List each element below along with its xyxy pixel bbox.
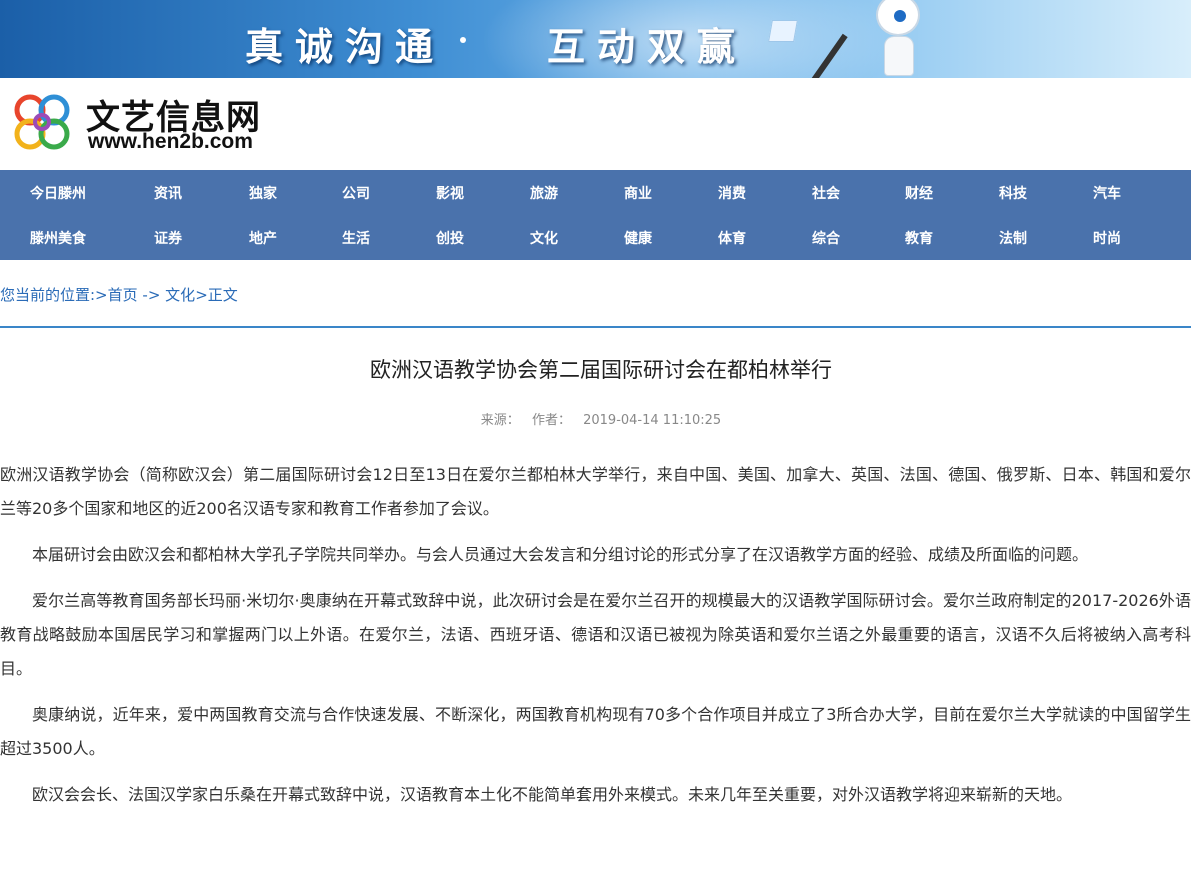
article-source-label: 来源： bbox=[480, 413, 520, 428]
article-paragraph: 爱尔兰高等教育国务部长玛丽·米切尔·奥康纳在开幕式致辞中说，此次研讨会是在爱尔兰… bbox=[0, 591, 1191, 678]
article-meta: 来源： 作者： 2019-04-14 11:10:25 bbox=[0, 409, 1191, 428]
nav-item[interactable]: 资讯 bbox=[154, 183, 182, 203]
nav-item[interactable]: 科技 bbox=[999, 183, 1027, 203]
nav-item[interactable]: 社会 bbox=[812, 183, 840, 203]
breadcrumb-separator: -> bbox=[137, 286, 166, 304]
nav-item[interactable]: 时尚 bbox=[1093, 228, 1121, 248]
banner-slogan-right: 互动双赢 bbox=[547, 25, 748, 69]
banner-separator-dot bbox=[460, 37, 466, 43]
nav-item[interactable]: 健康 bbox=[624, 228, 652, 248]
nav-item[interactable]: 影视 bbox=[436, 183, 464, 203]
main-navigation: 今日滕州 资讯 独家 公司 影视 旅游 商业 消费 社会 财经 科技 汽车 滕州美食 证券 地产 生活 创投 文… bbox=[0, 170, 1191, 260]
banner-slogan-left: 真诚沟通 bbox=[245, 25, 446, 69]
site-logo[interactable]: 文艺信息网 www.hen2b.com bbox=[8, 88, 288, 158]
article-title: 欧洲汉语教学协会第二届国际研讨会在都柏林举行 bbox=[370, 358, 832, 382]
breadcrumb-prefix: 您当前的位置:> bbox=[0, 286, 108, 304]
breadcrumb-home-link[interactable]: 首页 bbox=[108, 286, 138, 304]
nav-item[interactable]: 法制 bbox=[999, 228, 1027, 248]
nav-item[interactable]: 地产 bbox=[249, 228, 277, 248]
nav-item[interactable]: 教育 bbox=[905, 228, 933, 248]
robot-mascot-icon bbox=[870, 0, 926, 78]
nav-item[interactable]: 文化 bbox=[530, 228, 558, 248]
breadcrumb-current: >正文 bbox=[195, 286, 238, 304]
article-author-label: 作者： bbox=[531, 413, 571, 428]
nav-item[interactable]: 汽车 bbox=[1093, 183, 1121, 203]
nav-item[interactable]: 公司 bbox=[342, 183, 370, 203]
article-body: 欧洲汉语教学协会（简称欧汉会）第二届国际研讨会12日至13日在爱尔兰都柏林大学举… bbox=[0, 458, 1191, 824]
breadcrumb-category-link[interactable]: 文化 bbox=[165, 286, 195, 304]
nav-item[interactable]: 创投 bbox=[436, 228, 464, 248]
article-paragraph: 欧汉会会长、法国汉学家白乐桑在开幕式致辞中说，汉语教育本土化不能简单套用外来模式… bbox=[32, 785, 1073, 804]
nav-item[interactable]: 滕州美食 bbox=[30, 228, 86, 248]
nav-row-2: 滕州美食 证券 地产 生活 创投 文化 健康 体育 综合 教育 法制 时尚 bbox=[0, 215, 1191, 260]
article-paragraph: 欧洲汉语教学协会（简称欧汉会）第二届国际研讨会12日至13日在爱尔兰都柏林大学举… bbox=[0, 465, 1191, 518]
article-paragraph: 奥康纳说，近年来，爱中两国教育交流与合作快速发展、不断深化，两国教育机构现有70… bbox=[0, 705, 1191, 758]
breadcrumb-divider bbox=[0, 326, 1191, 328]
nav-item[interactable]: 商业 bbox=[624, 183, 652, 203]
nav-item[interactable]: 生活 bbox=[342, 228, 370, 248]
header-banner: 真诚沟通 互动双赢 bbox=[0, 0, 1191, 78]
nav-item[interactable]: 综合 bbox=[812, 228, 840, 248]
nav-item[interactable]: 独家 bbox=[249, 183, 277, 203]
breadcrumb: 您当前的位置:>首页 -> 文化>正文 bbox=[0, 284, 238, 305]
nav-item[interactable]: 旅游 bbox=[530, 183, 558, 203]
building-icon bbox=[768, 20, 798, 42]
logo-emblem-icon bbox=[14, 94, 70, 150]
nav-item[interactable]: 今日滕州 bbox=[30, 183, 86, 203]
nav-row-1: 今日滕州 资讯 独家 公司 影视 旅游 商业 消费 社会 财经 科技 汽车 bbox=[0, 170, 1191, 215]
article-paragraph: 本届研讨会由欧汉会和都柏林大学孔子学院共同举办。与会人员通过大会发言和分组讨论的… bbox=[32, 545, 1089, 564]
nav-item[interactable]: 体育 bbox=[718, 228, 746, 248]
article-datetime: 2019-04-14 11:10:25 bbox=[583, 413, 722, 428]
nav-item[interactable]: 证券 bbox=[154, 228, 182, 248]
nav-item[interactable]: 消费 bbox=[718, 183, 746, 203]
site-url: www.hen2b.com bbox=[88, 130, 253, 153]
nav-item[interactable]: 财经 bbox=[905, 183, 933, 203]
